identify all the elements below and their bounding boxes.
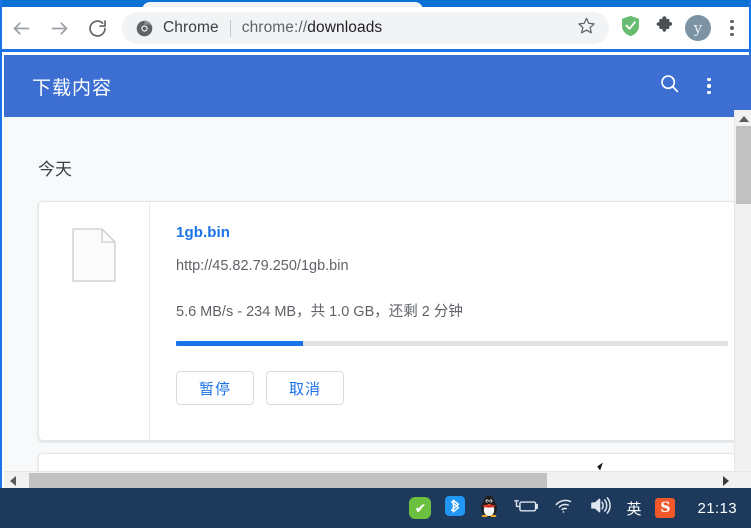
chrome-menu-icon [730,20,733,36]
more-vertical-icon [707,78,710,94]
downloads-header: 下载内容 [4,55,751,117]
tab-strip [2,0,749,7]
downloads-menu-button[interactable] [689,66,729,106]
page-title: 下载内容 [32,73,112,100]
avatar: y [685,15,711,41]
scroll-up-button[interactable] [735,110,751,127]
download-details: 1gb.bin http://45.82.79.250/1gb.bin 5.6 … [150,202,751,440]
system-taskbar: ✔ [0,488,751,528]
extensions-puzzle-icon [654,15,675,41]
vertical-scrollbar-thumb[interactable] [736,126,751,204]
download-actions: 暂停 取消 [176,371,751,405]
browser-toolbar: Chrome chrome://downloads [2,7,749,52]
ime-language-indicator: 英 [626,498,641,519]
chrome-logo-icon [136,20,153,37]
browser-window: Chrome chrome://downloads [0,0,751,488]
forward-arrow-icon [49,18,70,39]
bluetooth-icon [445,496,465,521]
scroll-left-button[interactable] [4,472,21,489]
search-icon [659,73,680,99]
tray-battery[interactable] [513,495,539,521]
reload-button[interactable] [78,9,116,47]
tray-qq[interactable] [479,495,499,521]
search-button[interactable] [649,66,689,106]
chrome-menu-button[interactable] [715,11,749,45]
url-scheme: chrome:// [242,19,308,36]
horizontal-scrollbar[interactable] [4,471,751,488]
download-progress-fill [176,341,303,346]
omnibox-url: chrome://downloads [242,19,383,37]
downloads-page: 下载内容 今天 [4,55,751,486]
download-progress-bar [176,341,728,346]
cancel-button[interactable]: 取消 [266,371,344,405]
tray-volume[interactable] [589,495,612,521]
horizontal-scrollbar-thumb[interactable] [29,473,547,488]
wifi-icon [553,497,575,520]
tray-wifi[interactable] [553,495,575,521]
security-ok-icon: ✔ [409,497,431,519]
section-heading: 今天 [4,117,751,180]
tray-ime-language[interactable]: 英 [626,495,641,521]
extensions-button[interactable] [647,11,681,45]
back-button[interactable] [2,9,40,47]
download-icon-cell [39,202,150,440]
screen: Chrome chrome://downloads [0,0,751,528]
qq-penguin-icon [479,495,499,522]
omnibox-divider [230,20,231,37]
download-file-name[interactable]: 1gb.bin [176,224,751,241]
tray-bluetooth[interactable] [445,495,465,521]
tray-security-ok[interactable]: ✔ [409,495,431,521]
scroll-right-button[interactable] [717,472,734,489]
generic-file-icon [72,228,116,287]
url-host: downloads [307,19,382,36]
back-arrow-icon [11,18,32,39]
adguard-shield-icon [620,15,641,42]
bookmark-star-icon [577,16,596,40]
volume-icon [589,496,612,520]
address-bar[interactable]: Chrome chrome://downloads [122,12,609,44]
vertical-scrollbar[interactable] [734,110,751,486]
download-item-card[interactable]: 1gb.bin http://45.82.79.250/1gb.bin 5.6 … [38,201,751,441]
adguard-button[interactable] [613,11,647,45]
pause-button[interactable]: 暂停 [176,371,254,405]
omnibox-chip-label: Chrome [163,19,219,37]
scroll-right-arrow-icon [723,476,729,486]
scroll-left-arrow-icon [10,476,16,486]
reload-icon [87,18,108,39]
taskbar-clock[interactable]: 21:13 [697,500,737,517]
forward-button[interactable] [40,9,78,47]
bookmark-star-button[interactable] [569,13,603,43]
battery-icon [513,497,539,520]
tray-sogou[interactable]: S [655,495,675,521]
download-status-text: 5.6 MB/s - 234 MB，共 1.0 GB，还剩 2 分钟 [176,300,751,321]
download-source-url: http://45.82.79.250/1gb.bin [176,258,751,274]
profile-button[interactable]: y [681,11,715,45]
scroll-up-arrow-icon [739,116,749,122]
sogou-input-icon: S [655,498,675,518]
downloads-list: 今天 1gb.bin http://45.82.79.250/1gb.bin [4,117,751,486]
